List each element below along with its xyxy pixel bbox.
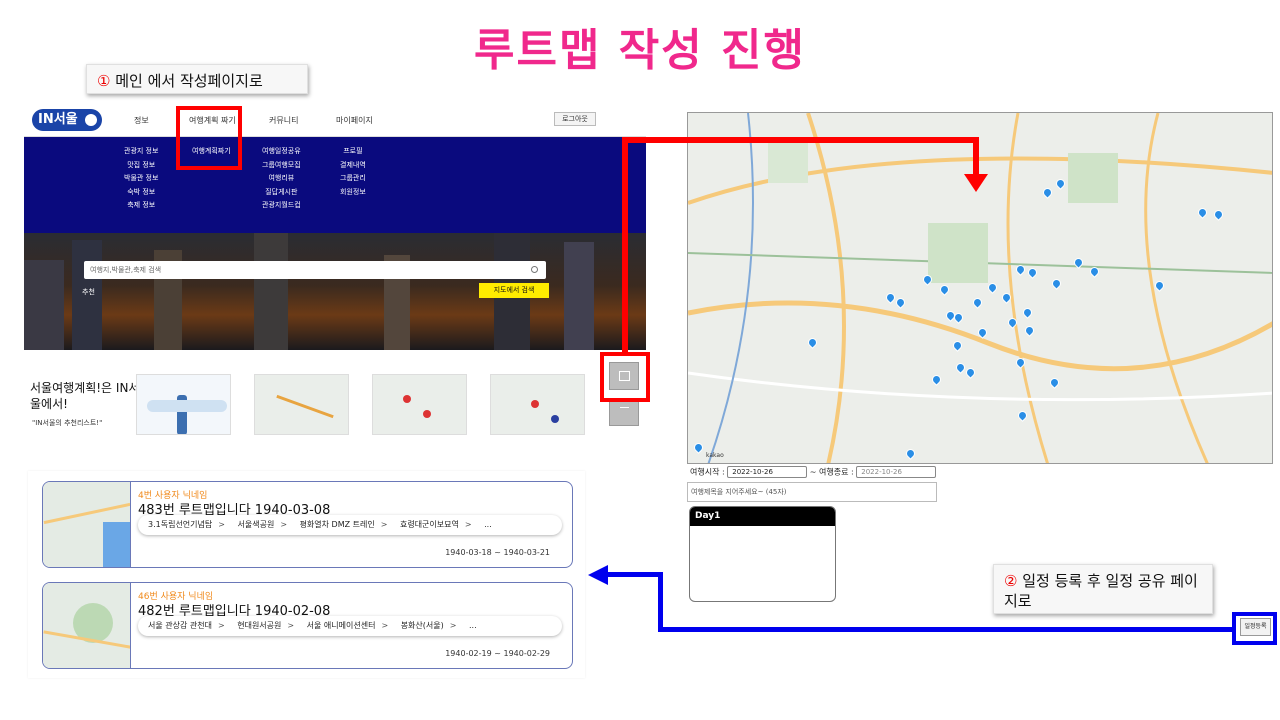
save-schedule-button[interactable]: 일정등록 bbox=[1240, 618, 1271, 636]
trip-plan-highlight bbox=[176, 106, 242, 170]
menu-col-info: 관광지 정보 맛집 정보 박물관 정보 숙박 정보 축제 정보 bbox=[124, 145, 158, 213]
map-button-highlight bbox=[600, 352, 650, 402]
menu-item[interactable]: 프로필 bbox=[340, 145, 366, 159]
route-dates: 1940-03-18 ~ 1940-03-21 bbox=[445, 548, 550, 557]
step2-number: ② bbox=[1004, 572, 1018, 590]
route-stops: 서울 관상감 관천대 > 현대원서공원 > 서울 애니메이션센터 > 봉화산(서울) >… bbox=[138, 616, 562, 636]
menu-col-mypage: 프로필 결제내역 그룹관리 회원정보 bbox=[340, 145, 366, 199]
promo-thumbnail[interactable] bbox=[136, 374, 231, 435]
nav-community[interactable]: 커뮤니티 bbox=[269, 115, 298, 126]
menu-item[interactable]: 관광지 정보 bbox=[124, 145, 158, 159]
map-thumbnail[interactable] bbox=[254, 374, 349, 435]
route-map-thumbnail bbox=[43, 583, 131, 668]
pin-logo-icon bbox=[85, 114, 97, 126]
step1-number: ① bbox=[97, 72, 111, 90]
menu-item[interactable]: 숙박 정보 bbox=[124, 186, 158, 200]
route-card[interactable]: 4번 사용자 닉네임 483번 루트맵입니다 1940-03-08 3.1독립선… bbox=[42, 481, 573, 568]
stop: 효령대군이보묘역 bbox=[399, 520, 459, 529]
chevron-right-icon: > bbox=[218, 520, 225, 529]
logout-button[interactable]: 로그아웃 bbox=[554, 112, 596, 126]
step1-callout: ① 메인 에서 작성페이지로 bbox=[86, 64, 308, 94]
stop: 서울 애니메이션센터 bbox=[306, 621, 376, 630]
menu-item[interactable]: 박물관 정보 bbox=[124, 172, 158, 186]
promo-title: 서울여행계획!은 IN서울에서! bbox=[30, 381, 140, 411]
nav-info[interactable]: 정보 bbox=[134, 115, 149, 126]
chevron-right-icon: > bbox=[381, 621, 389, 630]
blue-arrow-line bbox=[606, 572, 662, 577]
end-date-input[interactable]: 2022-10-26 bbox=[856, 466, 937, 478]
map-roads bbox=[688, 113, 1272, 463]
blue-arrow-line bbox=[662, 627, 1234, 632]
map-search-button[interactable]: 지도에서 검색 bbox=[479, 283, 549, 298]
stop: 서울색공원 bbox=[237, 520, 275, 529]
day-label: Day1 bbox=[690, 507, 835, 526]
menu-item[interactable]: 그룹관리 bbox=[340, 172, 366, 186]
trip-title-input[interactable]: 여행제목을 지어주세요~ (45자) bbox=[687, 482, 937, 502]
menu-item[interactable]: 축제 정보 bbox=[124, 199, 158, 213]
menu-item[interactable]: 여행일정공유 bbox=[262, 145, 301, 159]
site-logo[interactable]: IN서울 bbox=[32, 109, 102, 131]
kakao-map[interactable]: kakao bbox=[687, 112, 1273, 464]
start-date-input[interactable]: 2022-10-26 bbox=[727, 466, 808, 478]
chevron-right-icon: > bbox=[449, 621, 457, 630]
end-label: 여행종료 : bbox=[819, 467, 854, 477]
date-separator: ~ bbox=[809, 467, 817, 477]
promo-row: 서울여행계획!은 IN서울에서! "IN서울의 추천리스트!" bbox=[24, 350, 646, 435]
chevron-right-icon: > bbox=[217, 621, 225, 630]
stop: 현대원서공원 bbox=[237, 621, 282, 630]
route-dates: 1940-02-19 ~ 1940-02-29 bbox=[445, 649, 550, 658]
route-card[interactable]: 46번 사용자 닉네임 482번 루트맵입니다 1940-02-08 서울 관상… bbox=[42, 582, 573, 669]
stop: 서울 관상감 관천대 bbox=[148, 621, 212, 630]
menu-item[interactable]: 맛집 정보 bbox=[124, 159, 158, 173]
nav-mypage[interactable]: 마이페이지 bbox=[336, 115, 373, 126]
blue-arrow-head-icon bbox=[588, 565, 608, 585]
stop: 평화열차 DMZ 트레인 bbox=[299, 520, 375, 529]
route-stops: 3.1독립선언기념탑 > 서울색공원 > 평화열차 DMZ 트레인 > 효령대군이보묘… bbox=[138, 515, 562, 535]
hero-banner: 여행지,박물관,축제 검색 추천 지도에서 검색 bbox=[24, 233, 646, 350]
date-range: 여행시작 : 2022-10-26 ~ 여행종료 : 2022-10-26 bbox=[690, 466, 937, 478]
red-arrow-line bbox=[622, 137, 978, 143]
top-nav: IN서울 정보 여행계획 짜기 커뮤니티 마이페이지 로그아웃 bbox=[24, 105, 646, 137]
chevron-right-icon: > bbox=[280, 520, 288, 529]
step2-text: 일정 등록 후 일정 공유 페이지로 bbox=[1004, 572, 1198, 610]
main-site-screenshot: IN서울 정보 여행계획 짜기 커뮤니티 마이페이지 로그아웃 관광지 정보 맛… bbox=[24, 105, 646, 435]
menu-col-community: 여행일정공유 그룹여행모집 여행리뷰 질답게시판 관광지월드컵 bbox=[262, 145, 301, 213]
route-map-thumbnail bbox=[43, 482, 131, 567]
menu-item[interactable]: 그룹여행모집 bbox=[262, 159, 301, 173]
blue-arrow-line bbox=[658, 572, 663, 632]
mega-menu: 관광지 정보 맛집 정보 박물관 정보 숙박 정보 축제 정보 여행계획짜기 여… bbox=[24, 137, 646, 233]
red-arrow-line bbox=[973, 137, 979, 177]
search-icon[interactable] bbox=[531, 266, 538, 273]
map-credit: kakao bbox=[706, 452, 724, 459]
chevron-right-icon: > bbox=[287, 621, 295, 630]
red-arrow-head-icon bbox=[964, 174, 988, 192]
promo-subtitle: "IN서울의 추천리스트!" bbox=[32, 419, 103, 427]
menu-item[interactable]: 관광지월드컵 bbox=[262, 199, 301, 213]
search-placeholder: 여행지,박물관,축제 검색 bbox=[90, 266, 162, 274]
chevron-right-icon: > bbox=[464, 520, 472, 529]
map-thumbnail[interactable] bbox=[372, 374, 467, 435]
red-arrow-line bbox=[622, 140, 628, 356]
step1-text: 메인 에서 작성페이지로 bbox=[110, 72, 263, 90]
logo-text: IN서울 bbox=[38, 112, 78, 127]
menu-item[interactable]: 여행리뷰 bbox=[262, 172, 301, 186]
stop-more: ... bbox=[468, 621, 477, 630]
recommend-label: 추천 bbox=[82, 288, 95, 296]
scroll-top-button[interactable] bbox=[609, 398, 639, 426]
day-box[interactable]: Day1 bbox=[689, 506, 836, 602]
step2-callout: ② 일정 등록 후 일정 공유 페이지로 bbox=[993, 564, 1213, 614]
menu-item[interactable]: 결제내역 bbox=[340, 159, 366, 173]
stop: 봉화산(서울) bbox=[400, 621, 444, 630]
stop-more: ... bbox=[484, 520, 492, 529]
menu-item[interactable]: 질답게시판 bbox=[262, 186, 301, 200]
map-thumbnail[interactable] bbox=[490, 374, 585, 435]
start-label: 여행시작 : bbox=[690, 467, 725, 477]
stop: 3.1독립선언기념탑 bbox=[148, 520, 213, 529]
to-top-icon bbox=[620, 407, 629, 408]
menu-item[interactable]: 회원정보 bbox=[340, 186, 366, 200]
chevron-right-icon: > bbox=[380, 520, 388, 529]
search-input[interactable]: 여행지,박물관,축제 검색 bbox=[84, 261, 546, 279]
